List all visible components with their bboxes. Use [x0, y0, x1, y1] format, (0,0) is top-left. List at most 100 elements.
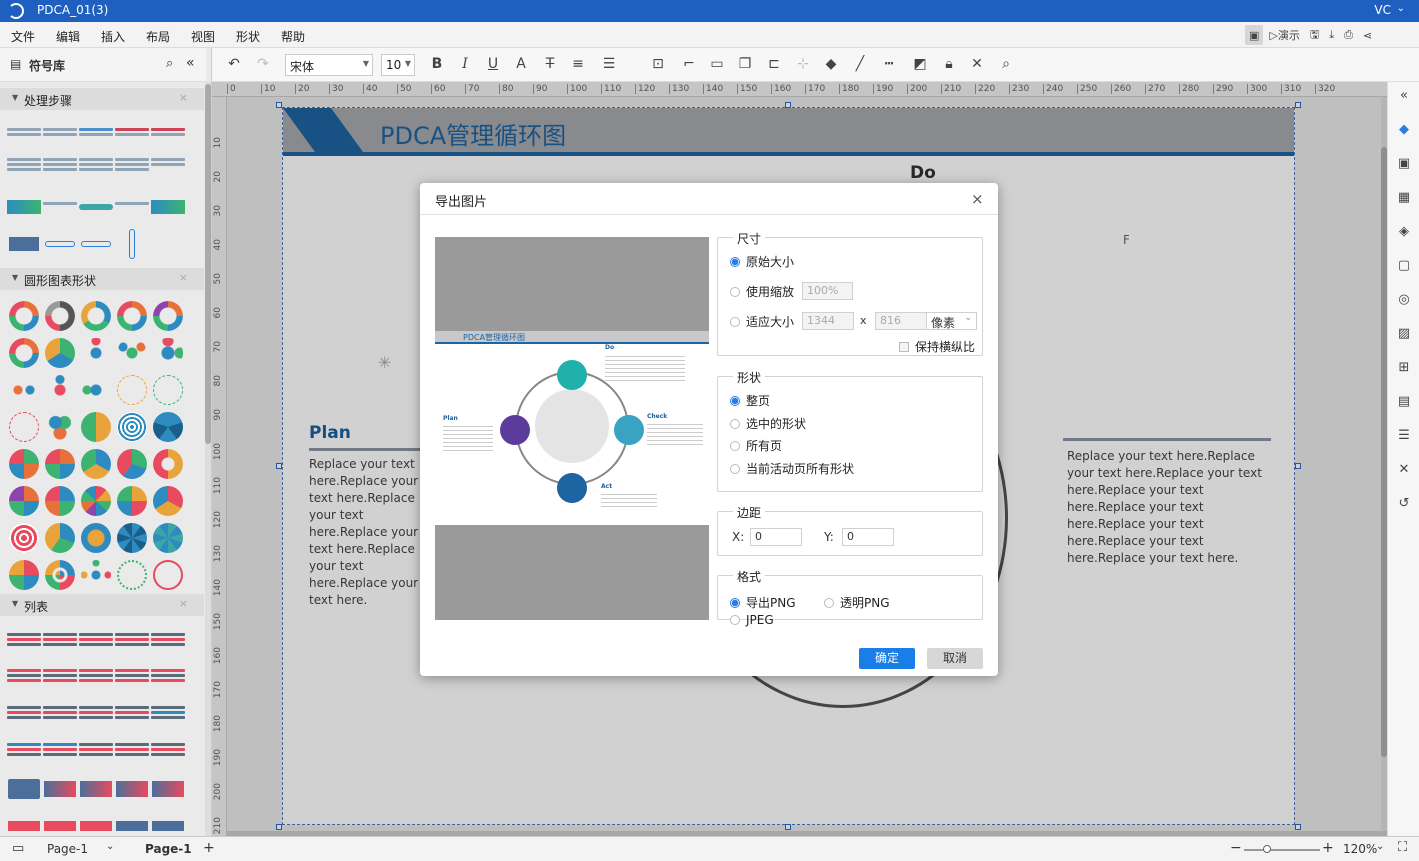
shape-thumb[interactable] — [6, 408, 42, 445]
crop-icon[interactable]: ⊹ — [794, 56, 812, 72]
shape-thumb[interactable] — [6, 225, 42, 262]
use-zoom-radio[interactable]: 使用缩放 — [730, 283, 794, 300]
radio-unchecked[interactable] — [730, 463, 740, 474]
lock-icon[interactable]: 🔒︎ — [940, 56, 958, 72]
add-page-icon[interactable]: + — [203, 840, 215, 856]
present-button[interactable]: ▷ 演示 — [1265, 25, 1303, 45]
section-list[interactable]: ▼ 列表 × — [0, 594, 204, 616]
all-pages-radio[interactable]: 所有页 — [730, 437, 782, 454]
menu-layout[interactable]: 布局 — [146, 28, 170, 45]
selected-shapes-radio[interactable]: 选中的形状 — [730, 415, 806, 432]
shape-thumb[interactable] — [78, 297, 114, 334]
radio-checked[interactable] — [730, 395, 740, 406]
shape-thumb[interactable] — [42, 770, 78, 807]
shape-thumb[interactable] — [150, 297, 186, 334]
shape-thumb[interactable] — [114, 696, 150, 733]
left-panel-scrollbar[interactable] — [205, 82, 211, 836]
shape-thumb[interactable] — [6, 770, 42, 807]
ok-button[interactable]: 确定 — [859, 648, 915, 669]
layers-icon[interactable]: ◈ — [1394, 224, 1414, 244]
search-icon[interactable]: ⌕ — [166, 56, 173, 71]
shape-thumb[interactable] — [6, 733, 42, 770]
shape-thumb[interactable] — [6, 696, 42, 733]
group-icon[interactable]: ❐ — [736, 56, 754, 72]
transparent-png-radio[interactable]: 透明PNG — [824, 594, 890, 611]
font-color-icon[interactable]: A — [512, 56, 530, 72]
active-page-shapes-radio[interactable]: 当前活动页所有形状 — [730, 460, 854, 477]
radio-unchecked[interactable] — [730, 418, 740, 429]
unit-select[interactable]: 像素 ⌄ — [926, 312, 977, 330]
save-icon[interactable]: 🖫 — [1306, 25, 1323, 45]
shape-thumb[interactable] — [6, 482, 42, 519]
shape-thumb[interactable] — [114, 371, 150, 408]
align-icon[interactable]: ≡ — [569, 56, 587, 72]
shape-thumb[interactable] — [42, 482, 78, 519]
underline-icon[interactable]: U — [484, 56, 502, 72]
shape-thumb[interactable] — [114, 188, 150, 225]
shape-thumb[interactable] — [78, 114, 114, 151]
menu-view[interactable]: 视图 — [191, 28, 215, 45]
radio-unchecked[interactable] — [730, 440, 740, 451]
shape-thumb[interactable] — [42, 696, 78, 733]
radio-unchecked[interactable] — [730, 615, 740, 625]
jpeg-radio[interactable]: JPEG — [730, 613, 774, 627]
shape-thumb[interactable] — [6, 659, 42, 696]
data-icon[interactable]: ◎ — [1394, 292, 1414, 312]
close-icon[interactable]: × — [179, 597, 188, 610]
shape-thumb[interactable] — [78, 188, 114, 225]
shape-thumb[interactable] — [114, 225, 150, 262]
shape-thumb[interactable] — [42, 622, 78, 659]
shape-thumb[interactable] — [42, 408, 78, 445]
close-icon[interactable]: × — [179, 91, 188, 104]
shape-thumb[interactable] — [6, 519, 42, 556]
radio-unchecked[interactable] — [730, 316, 740, 327]
margin-x-input[interactable]: 0 — [750, 528, 802, 546]
share-icon[interactable]: ⋖ — [1359, 25, 1376, 45]
original-size-radio[interactable]: 原始大小 — [730, 253, 794, 270]
bold-icon[interactable]: B — [428, 56, 446, 72]
shape-thumb[interactable] — [150, 188, 186, 225]
zoom-out-icon[interactable]: − — [1230, 840, 1242, 856]
section-circular-chart-shapes[interactable]: ▼ 圆形图表形状 × — [0, 268, 204, 290]
margin-y-input[interactable]: 0 — [842, 528, 894, 546]
scroll-thumb[interactable] — [205, 84, 211, 444]
close-icon[interactable]: × — [179, 271, 188, 284]
history-icon[interactable]: ↺ — [1394, 496, 1414, 516]
shape-thumb[interactable] — [42, 225, 78, 262]
shape-thumb[interactable] — [114, 334, 150, 371]
grid-icon[interactable]: ▦ — [1394, 190, 1414, 210]
shape-thumb[interactable] — [150, 371, 186, 408]
shape-thumb[interactable] — [78, 659, 114, 696]
shape-thumb[interactable] — [6, 622, 42, 659]
chevron-down-icon[interactable]: ⌄ — [106, 841, 114, 852]
text-spacing-icon[interactable]: ☰ — [600, 56, 618, 72]
shape-thumb[interactable] — [42, 151, 78, 188]
shape-thumb[interactable] — [42, 445, 78, 482]
shape-thumb[interactable] — [42, 556, 78, 593]
shape-thumb[interactable] — [114, 114, 150, 151]
zoom-input[interactable]: 100% — [802, 282, 853, 300]
shape-thumb[interactable] — [78, 556, 114, 593]
shape-thumb[interactable] — [78, 696, 114, 733]
shape-thumb[interactable] — [114, 519, 150, 556]
radio-checked[interactable] — [730, 597, 740, 608]
undo-icon[interactable]: ↶ — [225, 56, 243, 72]
page-list-icon[interactable]: ▭ — [12, 841, 24, 856]
radio-unchecked[interactable] — [730, 286, 740, 297]
chevron-down-icon[interactable]: ⌄ — [1376, 841, 1384, 852]
keep-ratio-checkbox[interactable]: 保持横纵比 — [899, 338, 975, 355]
shape-thumb[interactable] — [6, 371, 42, 408]
line-color-icon[interactable]: ╱ — [851, 56, 869, 72]
menu-file[interactable]: 文件 — [11, 28, 35, 45]
shape-thumb[interactable] — [6, 556, 42, 593]
shape-thumb[interactable] — [150, 482, 186, 519]
zoom-in-icon[interactable]: + — [1322, 840, 1334, 856]
shape-thumb[interactable] — [114, 556, 150, 593]
presentation-icon[interactable]: ▢ — [1394, 258, 1414, 278]
shape-thumb[interactable] — [42, 334, 78, 371]
expand-panel-icon[interactable]: « — [1394, 88, 1414, 108]
focus-mode-icon[interactable]: ▣ — [1245, 25, 1264, 45]
text-box-icon[interactable]: ⊡ — [649, 56, 667, 72]
shape-thumb[interactable] — [114, 733, 150, 770]
checkbox-icon[interactable] — [899, 341, 909, 352]
